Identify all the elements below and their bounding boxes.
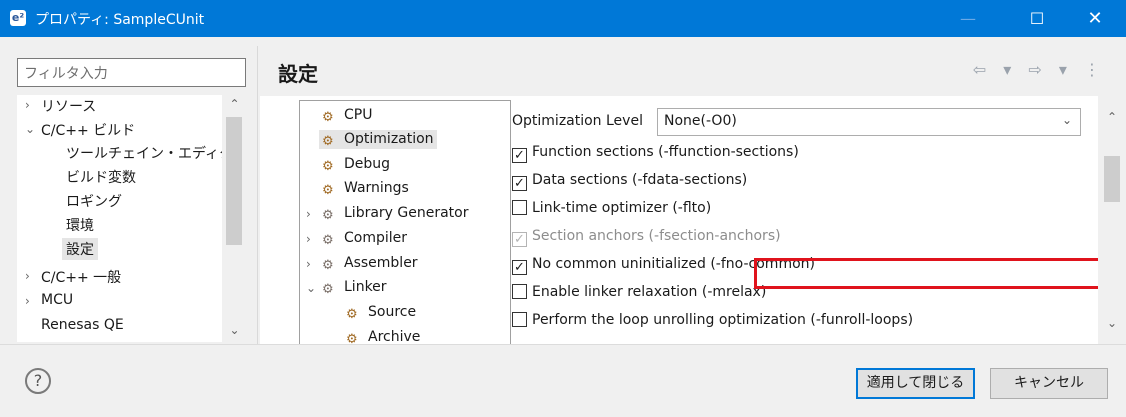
tool-node-assembler[interactable]: ⚙ Assembler [322,255,418,273]
maximize-button[interactable]: ☐ [1014,0,1060,37]
tool-node-archive[interactable]: ⚙ Archive [346,329,420,344]
tool-node-cpu[interactable]: ⚙ CPU [322,107,372,125]
checkbox-box[interactable] [512,284,527,299]
folder-settings-icon: ⚙ [346,307,358,322]
tool-node-library-generator[interactable]: ⚙ Library Generator [322,205,469,223]
scroll-thumb[interactable] [1104,156,1120,202]
title-bar: e² プロパティ: SampleCUnit — ☐ ✕ [0,0,1126,37]
checkbox-box[interactable]: ✓ [512,176,527,191]
property-tree: › リソース ⌄ C/C++ ビルド ツールチェイン・エディター ビルド変数 ロ… [17,95,247,342]
page-header: 設定 ⇦ ▾ ⇨ ▾ ⋮ [260,46,1126,96]
cancel-button[interactable]: キャンセル [990,368,1108,399]
checkbox-data-sections[interactable]: ✓ Data sections (-fdata-sections) [512,172,747,191]
tree-item-logging[interactable]: ロギング [66,191,122,211]
chevron-right-icon[interactable]: › [25,294,30,308]
gear-icon: ⚙ [322,258,334,273]
optimization-options: Optimization Level None(-O0) ⌄ ✓ Function… [512,100,1101,344]
tree-item-environment[interactable]: 環境 [66,215,94,235]
tool-node-debug[interactable]: ⚙ Debug [322,156,390,174]
tree-item-cpp-build[interactable]: C/C++ ビルド [41,120,135,140]
folder-settings-icon: ⚙ [322,159,334,174]
tool-settings-tree: ⚙ CPU ⚙ Optimization ⚙ Debug ⚙ Warnings › ⚙ L… [299,100,511,344]
chevron-right-icon[interactable]: › [306,207,311,221]
checkbox-linker-relaxation[interactable]: Enable linker relaxation (-mrelax) [512,284,766,300]
filter-input[interactable]: フィルタ入力 [17,58,246,87]
footer-separator [0,344,1126,345]
help-icon[interactable]: ? [25,368,51,394]
left-scrollbar[interactable]: ⌃ ⌄ [222,95,247,342]
optimization-level-label: Optimization Level [512,113,643,129]
folder-settings-icon: ⚙ [322,110,334,125]
options-scrollbar[interactable]: ⌃ ⌄ [1098,96,1126,344]
folder-settings-icon: ⚙ [322,134,334,149]
checkbox-box[interactable]: ✓ [512,148,527,163]
tool-node-linker[interactable]: ⚙ Linker [322,279,387,297]
checkbox-loop-unrolling[interactable]: Perform the loop unrolling optimization … [512,312,913,328]
checkbox-function-sections[interactable]: ✓ Function sections (-ffunction-sections) [512,144,799,163]
scroll-down-icon[interactable]: ⌄ [222,323,247,337]
tree-item-resource[interactable]: リソース [41,96,96,116]
tree-item-build-variables[interactable]: ビルド変数 [66,167,136,187]
tree-item-mcu[interactable]: MCU [41,292,73,308]
minimize-button[interactable]: — [945,0,991,37]
chevron-right-icon[interactable]: › [306,232,311,246]
scroll-thumb[interactable] [226,117,242,245]
chevron-down-icon[interactable]: ⌄ [306,281,316,295]
gear-icon: ⚙ [322,282,334,297]
optimization-level-value: None(-O0) [664,113,737,129]
tree-item-renesas-qe[interactable]: Renesas QE [41,317,124,333]
tool-node-warnings[interactable]: ⚙ Warnings [322,180,409,198]
checkbox-box: ✓ [512,232,527,247]
chevron-right-icon[interactable]: › [306,257,311,271]
tool-node-optimization[interactable]: ⚙ Optimization [319,130,437,149]
window-title: プロパティ: SampleCUnit [35,12,205,28]
chevron-down-icon[interactable]: ⌄ [1062,113,1072,127]
folder-settings-icon: ⚙ [346,332,358,344]
settings-content: ⚙ CPU ⚙ Optimization ⚙ Debug ⚙ Warnings › ⚙ L… [260,96,1126,344]
history-nav-icons[interactable]: ⇦ ▾ ⇨ ▾ ⋮ [973,60,1106,79]
folder-settings-icon: ⚙ [322,183,334,198]
scroll-down-icon[interactable]: ⌄ [1098,316,1126,330]
tree-item-cpp-general[interactable]: C/C++ 一般 [41,267,121,287]
tool-node-compiler[interactable]: ⚙ Compiler [322,230,407,248]
scroll-up-icon[interactable]: ⌃ [222,97,247,111]
splitter[interactable] [257,46,258,344]
checkbox-section-anchors: ✓ Section anchors (-fsection-anchors) [512,228,781,247]
checkbox-box[interactable] [512,200,527,215]
checkbox-box[interactable]: ✓ [512,260,527,275]
gear-icon: ⚙ [322,208,334,223]
page-title: 設定 [278,62,318,86]
close-button[interactable]: ✕ [1072,0,1118,37]
gear-icon: ⚙ [322,233,334,248]
chevron-down-icon[interactable]: ⌄ [25,122,35,136]
apply-and-close-button[interactable]: 適用して閉じる [856,368,975,399]
optimization-level-select[interactable]: None(-O0) ⌄ [657,108,1081,136]
tree-item-toolchain-editor[interactable]: ツールチェイン・エディター [66,143,247,163]
checkbox-box[interactable] [512,312,527,327]
chevron-right-icon[interactable]: › [25,98,30,112]
scroll-up-icon[interactable]: ⌃ [1098,110,1126,124]
eclipse-icon: e² [10,10,26,26]
tree-item-settings[interactable]: 設定 [62,238,98,260]
checkbox-link-time-optimizer[interactable]: Link-time optimizer (-flto) [512,200,711,216]
highlight-annotation [754,258,1101,289]
tool-node-source[interactable]: ⚙ Source [346,304,416,322]
chevron-right-icon[interactable]: › [25,269,30,283]
